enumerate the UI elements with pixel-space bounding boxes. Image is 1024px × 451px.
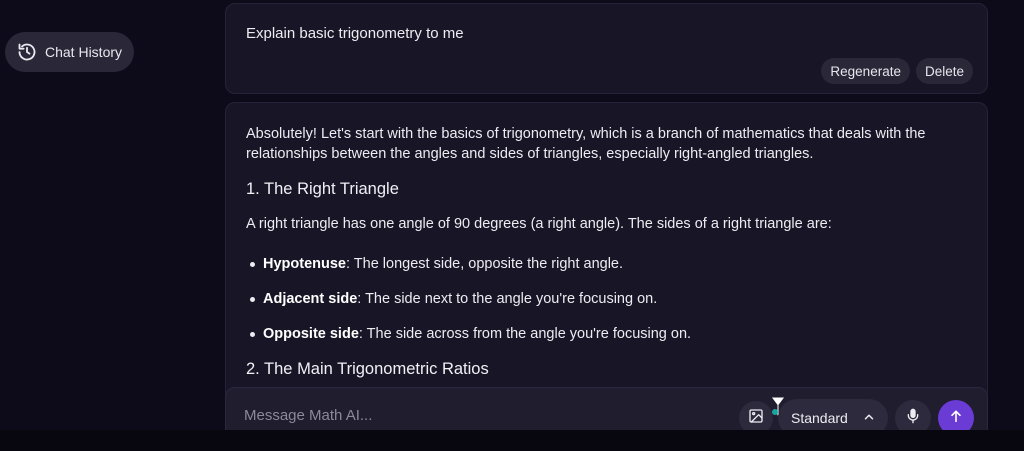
list-text: : The side across from the angle you're … (358, 326, 692, 342)
section-heading: 1. The Right Triangle (246, 180, 399, 198)
assistant-message-body: Absolutely! Let's start with the basics … (246, 124, 976, 394)
list-text: : The side next to the angle you're focu… (357, 291, 658, 307)
history-icon (17, 42, 37, 62)
list-text: : The longest side, opposite the right a… (346, 256, 624, 272)
list-item: Adjacent side: The side next to the angl… (246, 289, 976, 309)
chat-history-label: Chat History (45, 44, 123, 60)
user-message-card: Explain basic trigonometry to me Regener… (225, 3, 988, 94)
delete-button[interactable]: Delete (915, 58, 973, 84)
list-term: Adjacent side (263, 291, 358, 307)
section-description: A right triangle has one angle of 90 deg… (246, 216, 832, 232)
list-term: Opposite side (263, 326, 359, 342)
image-icon (748, 408, 764, 429)
user-message-text: Explain basic trigonometry to me (246, 25, 464, 42)
section-heading: 2. The Main Trigonometric Ratios (246, 360, 489, 378)
list-item: Hypotenuse: The longest side, opposite t… (246, 254, 976, 274)
assistant-intro: Absolutely! Let's start with the basics … (246, 126, 926, 162)
chevron-up-icon (862, 410, 876, 427)
model-label: Standard (791, 410, 848, 426)
regenerate-button[interactable]: Regenerate (821, 58, 910, 84)
cursor-icon (769, 396, 787, 423)
message-actions: Regenerate Delete (821, 58, 973, 84)
page: Chat History Explain basic trigonometry … (0, 0, 1024, 451)
bottom-bar (0, 430, 1024, 451)
list-item: Opposite side: The side across from the … (246, 324, 976, 344)
list-term: Hypotenuse (263, 256, 346, 272)
sides-list: Hypotenuse: The longest side, opposite t… (246, 254, 976, 344)
microphone-icon (905, 408, 921, 429)
chat-history-button[interactable]: Chat History (5, 32, 134, 72)
assistant-message-card: Absolutely! Let's start with the basics … (225, 102, 988, 402)
message-input[interactable] (244, 407, 724, 424)
arrow-up-icon (948, 408, 964, 429)
